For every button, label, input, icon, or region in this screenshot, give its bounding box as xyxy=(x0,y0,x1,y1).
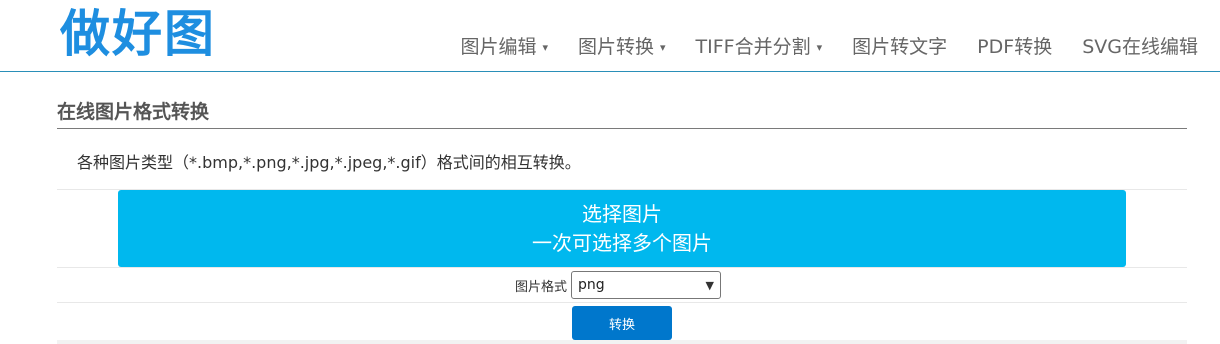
page-title: 在线图片格式转换 xyxy=(57,101,210,123)
format-row: 图片格式 png ▼ xyxy=(515,271,722,299)
caret-down-icon: ▾ xyxy=(660,40,666,54)
select-images-button[interactable]: 选择图片 一次可选择多个图片 xyxy=(118,190,1126,267)
divider xyxy=(57,267,1187,268)
page-description: 各种图片类型（*.bmp,*.png,*.jpg,*.jpeg,*.gif）格式… xyxy=(77,153,581,172)
main-nav: 图片编辑 ▾ 图片转换 ▾ TIFF合并分割 ▾ 图片转文字 PDF转换 SVG在线编… xyxy=(430,34,1198,61)
nav-item-image-convert[interactable]: 图片转换 ▾ xyxy=(578,34,666,61)
nav-item-label: 图片编辑 xyxy=(460,36,537,58)
nav-item-label: 图片转文字 xyxy=(852,36,948,58)
format-select[interactable]: png ▼ xyxy=(571,271,722,299)
divider xyxy=(57,302,1187,303)
convert-button[interactable]: 转换 xyxy=(572,306,672,340)
nav-item-label: SVG在线编辑 xyxy=(1082,36,1198,58)
select-images-hint: 一次可选择多个图片 xyxy=(532,231,712,255)
caret-down-icon: ▾ xyxy=(542,40,548,54)
caret-down-icon: ▾ xyxy=(816,40,823,54)
nav-item-label: TIFF合并分割 xyxy=(695,36,811,58)
select-images-label: 选择图片 xyxy=(582,202,662,226)
nav-item-svg[interactable]: SVG在线编辑 xyxy=(1082,34,1198,61)
nav-item-pdf[interactable]: PDF转换 xyxy=(977,34,1052,61)
chevron-down-icon: ▼ xyxy=(705,278,715,292)
nav-item-tiff[interactable]: TIFF合并分割 ▾ xyxy=(696,34,823,61)
nav-item-image-edit[interactable]: 图片编辑 ▾ xyxy=(460,34,548,61)
nav-item-ocr[interactable]: 图片转文字 xyxy=(852,34,947,61)
site-header: 做好图 图片编辑 ▾ 图片转换 ▾ TIFF合并分割 ▾ 图片转文字 PDF转换 SV… xyxy=(0,0,1220,72)
title-divider xyxy=(57,128,1187,129)
format-selected-value: png xyxy=(578,277,605,293)
nav-item-label: PDF转换 xyxy=(977,36,1053,58)
format-label: 图片格式 xyxy=(515,279,568,295)
nav-item-label: 图片转换 xyxy=(578,36,655,58)
site-logo[interactable]: 做好图 xyxy=(60,4,216,64)
bottom-divider xyxy=(57,340,1187,344)
